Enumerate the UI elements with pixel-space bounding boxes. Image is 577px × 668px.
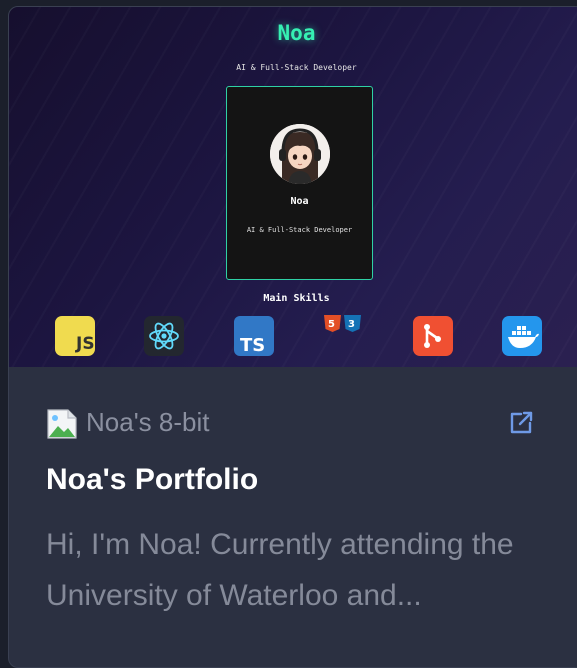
html5-css3-icon: 5 3 [323, 314, 363, 334]
external-link-icon[interactable] [507, 409, 535, 437]
svg-text:3: 3 [348, 319, 355, 330]
broken-image-icon [46, 408, 78, 440]
typescript-icon: TS [234, 316, 274, 356]
preview-image: Noa AI & Full-Stack Developer Noa AI & F… [9, 7, 577, 367]
profile-card: Noa AI & Full-Stack Developer [226, 86, 373, 280]
skills-title: Main Skills [263, 293, 330, 304]
javascript-label: JS [75, 334, 95, 354]
typescript-label: TS [240, 335, 265, 356]
link-preview-card[interactable]: Noa AI & Full-Stack Developer Noa AI & F… [8, 6, 577, 668]
link-info: Noa's 8-bit Noa's Portfolio Hi, I'm Noa!… [9, 367, 577, 667]
react-icon [144, 316, 184, 356]
svg-text:5: 5 [328, 319, 335, 330]
site-name: Noa's 8-bit [86, 407, 210, 437]
git-icon [413, 316, 453, 356]
profile-role: AI & Full-Stack Developer [246, 226, 353, 234]
site-brand: Noa [277, 21, 316, 45]
javascript-icon: JS [55, 316, 95, 356]
avatar [270, 124, 330, 184]
profile-name: Noa [290, 196, 309, 207]
docker-icon [502, 316, 542, 356]
link-description: Hi, I'm Noa! Currently attending the Uni… [46, 528, 514, 612]
site-role: AI & Full-Stack Developer [236, 63, 357, 72]
link-title[interactable]: Noa's Portfolio [46, 463, 258, 497]
